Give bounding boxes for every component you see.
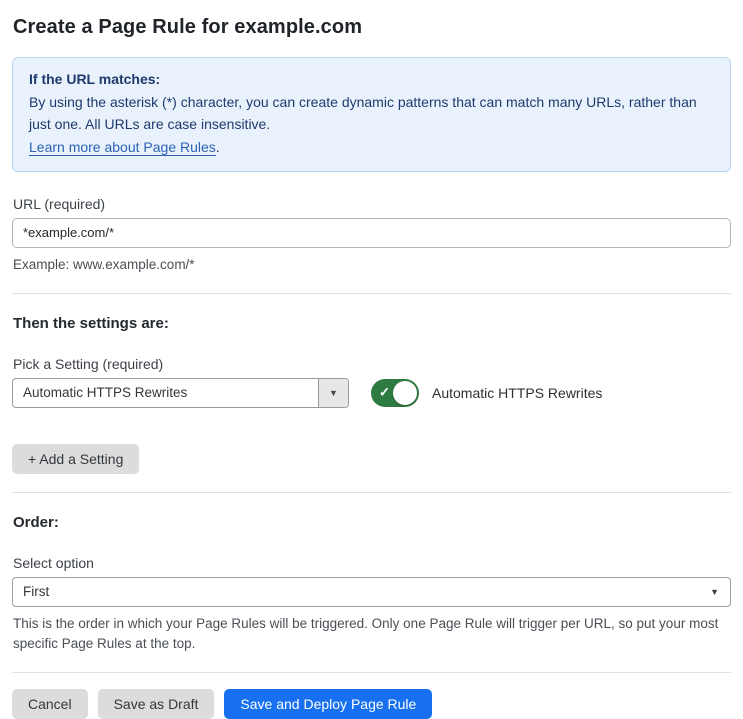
setting-select-arrow-button[interactable]: ▼ <box>318 378 348 407</box>
setting-select-value: Automatic HTTPS Rewrites <box>23 385 188 401</box>
divider <box>12 672 731 674</box>
save-as-draft-button[interactable]: Save as Draft <box>97 689 215 719</box>
cancel-button[interactable]: Cancel <box>12 689 88 719</box>
toggle-knob <box>393 380 417 405</box>
info-box-body: By using the asterisk (*) character, you… <box>29 93 697 133</box>
chevron-down-icon: ▼ <box>710 586 719 597</box>
setting-toggle[interactable]: ✓ <box>371 378 419 407</box>
link-suffix: . <box>215 139 220 156</box>
url-input[interactable] <box>12 217 731 248</box>
toggle-label: Automatic HTTPS Rewrites <box>432 384 603 401</box>
url-matches-info-box: If the URL matches: By using the asteris… <box>12 57 731 172</box>
divider <box>12 292 731 294</box>
save-and-deploy-button[interactable]: Save and Deploy Page Rule <box>224 689 433 719</box>
order-helper-text: This is the order in which your Page Rul… <box>13 615 719 652</box>
setting-select[interactable]: Automatic HTTPS Rewrites ▼ <box>12 377 349 408</box>
order-select-label: Select option <box>13 554 94 571</box>
chevron-down-icon: ▼ <box>329 387 338 398</box>
learn-more-link[interactable]: Learn more about Page Rules <box>29 139 216 155</box>
pick-setting-label: Pick a Setting (required) <box>13 355 164 372</box>
divider <box>12 491 731 493</box>
add-setting-button[interactable]: + Add a Setting <box>12 443 140 474</box>
info-box-heading: If the URL matches: <box>29 71 161 87</box>
settings-section-heading: Then the settings are: <box>13 314 169 332</box>
footer-actions: Cancel Save as Draft Save and Deploy Pag… <box>12 689 731 719</box>
url-example-helper: Example: www.example.com/* <box>13 256 195 272</box>
checkmark-icon: ✓ <box>379 384 390 400</box>
url-field-label: URL (required) <box>13 195 106 212</box>
order-select[interactable]: First ▼ <box>12 576 731 607</box>
setting-row: Automatic HTTPS Rewrites ▼ ✓ Automatic H… <box>12 377 731 408</box>
order-section-heading: Order: <box>13 513 59 531</box>
page-title: Create a Page Rule for example.com <box>13 16 363 38</box>
order-select-value: First <box>23 584 50 600</box>
page-rule-form: Create a Page Rule for example.com If th… <box>0 0 743 719</box>
